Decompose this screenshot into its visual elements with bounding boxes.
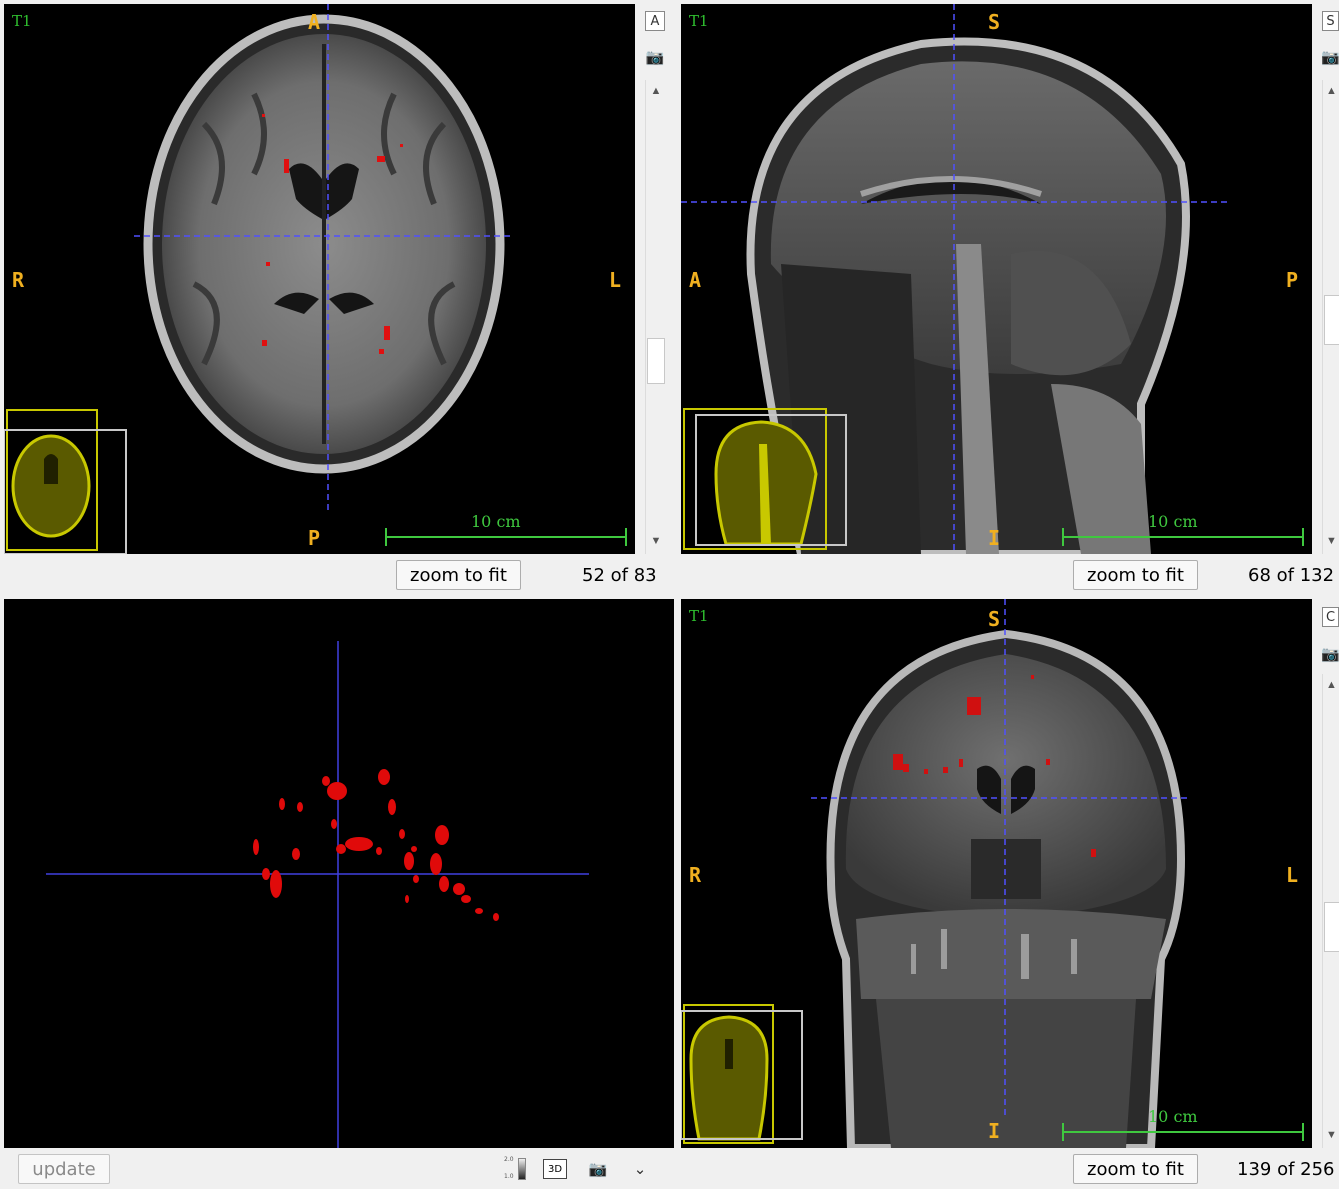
scroll-down-arrow-icon[interactable]: ▼ bbox=[1323, 532, 1339, 550]
sequence-label: T1 bbox=[689, 12, 709, 30]
camera-icon[interactable]: 📷 bbox=[645, 48, 665, 66]
slice-counter: 139 of 256 bbox=[1237, 1159, 1335, 1180]
orientation-bottom: P bbox=[308, 526, 321, 550]
orientation-left: A bbox=[689, 268, 702, 292]
scale-bar-label: 10 cm bbox=[1148, 1107, 1198, 1126]
scroll-up-arrow-icon[interactable]: ▲ bbox=[646, 82, 666, 100]
scroll-up-arrow-icon[interactable]: ▲ bbox=[1323, 82, 1339, 100]
sequence-label: T1 bbox=[12, 12, 32, 30]
orientation-right: L bbox=[609, 268, 622, 292]
axial-slice-image bbox=[4, 4, 627, 554]
orientation-top: S bbox=[988, 10, 1001, 34]
zoom-to-fit-button[interactable]: zoom to fit bbox=[1073, 1154, 1198, 1184]
axial-view[interactable]: T1 A P R L 10 cm bbox=[4, 4, 635, 554]
coronal-slice-scrollbar[interactable]: ▲ ▼ bbox=[1322, 674, 1339, 1148]
orientation-top: S bbox=[988, 607, 1001, 631]
chevron-down-icon[interactable]: ⌄ bbox=[630, 1160, 650, 1178]
coronal-slice-image bbox=[681, 599, 1304, 1148]
zoom-to-fit-button[interactable]: zoom to fit bbox=[396, 560, 521, 590]
orientation-bottom: I bbox=[988, 526, 1001, 550]
scroll-down-arrow-icon[interactable]: ▼ bbox=[1323, 1126, 1339, 1144]
scroll-thumb[interactable] bbox=[647, 338, 665, 384]
scale-bar-label: 10 cm bbox=[1148, 512, 1198, 531]
3d-mode-icon[interactable]: 3D bbox=[543, 1159, 567, 1179]
scroll-up-arrow-icon[interactable]: ▲ bbox=[1323, 676, 1339, 694]
range-gradient-icon[interactable]: 2.0 1.0 bbox=[504, 1156, 528, 1182]
render-3d-view[interactable] bbox=[4, 599, 674, 1148]
update-button[interactable]: update bbox=[18, 1154, 110, 1184]
view-letter-icon[interactable]: A bbox=[645, 11, 665, 31]
orientation-left: R bbox=[12, 268, 25, 292]
orientation-left: R bbox=[689, 863, 702, 887]
orientation-right: L bbox=[1286, 863, 1299, 887]
scroll-thumb[interactable] bbox=[1324, 902, 1339, 952]
orientation-bottom: I bbox=[988, 1119, 1001, 1143]
camera-icon[interactable]: 📷 bbox=[1321, 645, 1339, 663]
sagittal-slice-scrollbar[interactable]: ▲ ▼ bbox=[1322, 80, 1339, 554]
camera-icon[interactable]: 📷 bbox=[1321, 48, 1339, 66]
view-letter-icon[interactable]: C bbox=[1322, 607, 1339, 627]
orientation-top: A bbox=[308, 10, 321, 34]
orientation-right: P bbox=[1286, 268, 1299, 292]
coronal-view[interactable]: T1 S I R L 10 cm bbox=[681, 599, 1312, 1148]
slice-counter: 68 of 132 bbox=[1248, 565, 1335, 586]
scroll-down-arrow-icon[interactable]: ▼ bbox=[646, 532, 666, 550]
render-3d-image bbox=[46, 641, 589, 1148]
sequence-label: T1 bbox=[689, 607, 709, 625]
sagittal-slice-image bbox=[681, 4, 1304, 554]
axial-slice-scrollbar[interactable]: ▲ ▼ bbox=[645, 80, 665, 554]
scroll-thumb[interactable] bbox=[1324, 295, 1339, 345]
camera-icon[interactable]: 📷 bbox=[588, 1160, 608, 1178]
lesion-cluster bbox=[253, 769, 499, 921]
slice-counter: 52 of 83 bbox=[582, 565, 657, 586]
scale-bar-label: 10 cm bbox=[471, 512, 521, 531]
view-letter-icon[interactable]: S bbox=[1322, 11, 1339, 31]
sagittal-view[interactable]: T1 S I A P 10 cm bbox=[681, 4, 1312, 554]
zoom-to-fit-button[interactable]: zoom to fit bbox=[1073, 560, 1198, 590]
